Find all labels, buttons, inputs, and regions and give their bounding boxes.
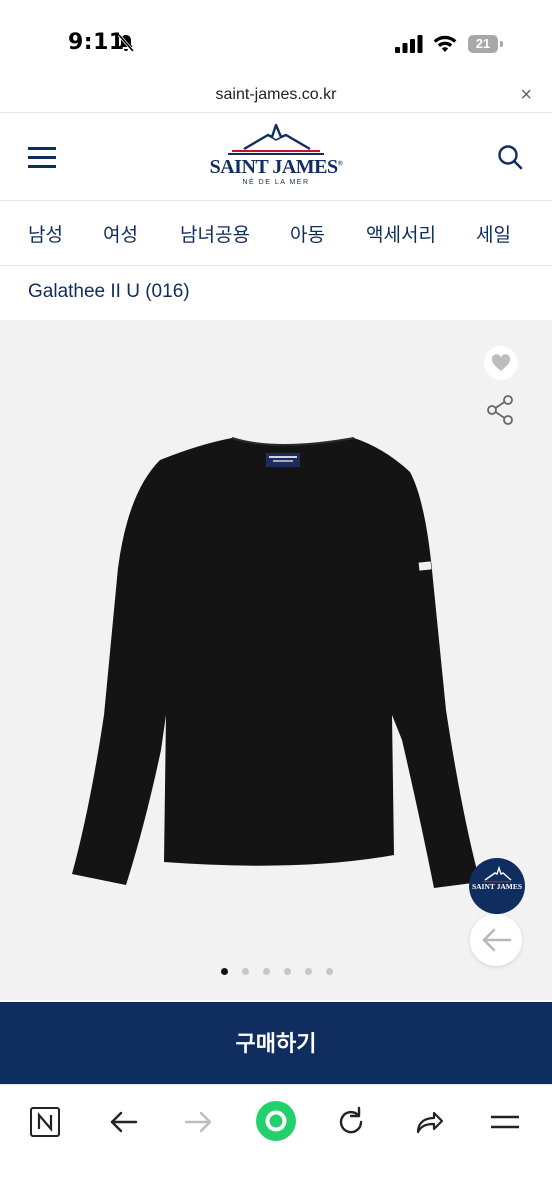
wifi-icon bbox=[433, 35, 457, 52]
carousel-dot[interactable] bbox=[305, 968, 312, 975]
battery-indicator: 21 bbox=[468, 35, 504, 53]
nav-item-men[interactable]: 남성 bbox=[28, 220, 63, 247]
menu-icon[interactable] bbox=[488, 1105, 522, 1139]
mountain-logo-icon bbox=[228, 123, 324, 155]
search-icon[interactable] bbox=[496, 143, 524, 171]
nav-item-sale[interactable]: 세일 bbox=[476, 220, 511, 247]
brand-badge-text: SAINT JAMES bbox=[471, 882, 523, 891]
brand-badge[interactable]: SAINT JAMES bbox=[469, 858, 525, 914]
hamburger-menu-icon[interactable] bbox=[28, 147, 56, 168]
wishlist-button[interactable] bbox=[484, 346, 518, 380]
heart-icon bbox=[491, 354, 511, 371]
arrow-forward-icon[interactable] bbox=[182, 1105, 216, 1139]
nav-item-women[interactable]: 여성 bbox=[103, 220, 138, 247]
url-text[interactable]: saint-james.co.kr bbox=[0, 86, 552, 104]
status-bar: 9:11 21 bbox=[0, 0, 552, 90]
image-carousel-dots bbox=[0, 968, 552, 978]
product-image-area[interactable] bbox=[0, 320, 552, 1000]
green-home-icon[interactable] bbox=[254, 1099, 298, 1143]
close-icon[interactable]: × bbox=[520, 84, 532, 107]
nav-item-kids[interactable]: 아동 bbox=[290, 220, 325, 247]
product-title: Galathee II U (016) bbox=[28, 281, 190, 302]
carousel-dot[interactable] bbox=[221, 968, 228, 975]
carousel-dot[interactable] bbox=[326, 968, 333, 975]
cellular-signal-icon bbox=[395, 35, 423, 53]
brand-name: SAINT JAMES® bbox=[206, 156, 346, 179]
brand-logo[interactable]: SAINT JAMES® NÉ DE LA MER bbox=[206, 123, 346, 189]
registered-mark: ® bbox=[337, 159, 343, 168]
brand-tagline: NÉ DE LA MER bbox=[242, 179, 310, 186]
battery-level: 21 bbox=[468, 35, 498, 53]
carousel-dot[interactable] bbox=[242, 968, 249, 975]
site-header: SAINT JAMES® NÉ DE LA MER bbox=[0, 113, 552, 201]
bell-muted-icon bbox=[117, 34, 135, 52]
carousel-dot[interactable] bbox=[263, 968, 270, 975]
product-image[interactable] bbox=[0, 320, 552, 1000]
arrow-back-icon[interactable] bbox=[106, 1105, 140, 1139]
browser-url-bar[interactable]: saint-james.co.kr × bbox=[0, 80, 552, 113]
brand-name-text: SAINT JAMES bbox=[209, 156, 339, 178]
naver-home-icon[interactable] bbox=[28, 1105, 62, 1139]
share-arrow-icon[interactable] bbox=[412, 1105, 446, 1139]
battery-nub bbox=[500, 41, 503, 47]
browser-toolbar bbox=[0, 1084, 552, 1201]
reload-icon[interactable] bbox=[334, 1105, 368, 1139]
carousel-dot[interactable] bbox=[284, 968, 291, 975]
back-button[interactable] bbox=[470, 914, 522, 966]
category-nav: 남성 여성 남녀공용 아동 액세서리 세일 bbox=[0, 200, 552, 266]
arrow-left-icon bbox=[482, 928, 512, 952]
share-icon[interactable] bbox=[484, 394, 516, 426]
nav-item-accessories[interactable]: 액세서리 bbox=[366, 220, 436, 247]
mountain-logo-icon bbox=[483, 865, 512, 883]
nav-item-unisex[interactable]: 남녀공용 bbox=[180, 220, 250, 247]
buy-button[interactable]: 구매하기 bbox=[0, 1002, 552, 1084]
